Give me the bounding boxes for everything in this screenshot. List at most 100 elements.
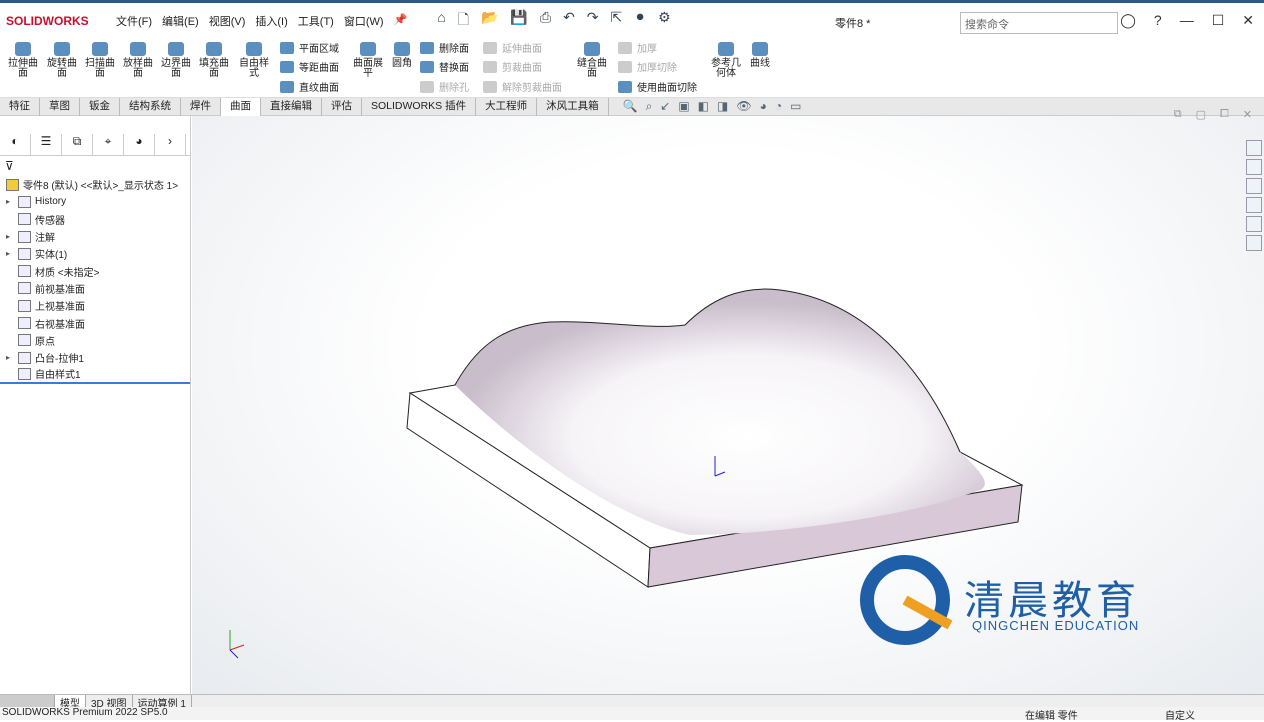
freeform-button[interactable]: 自由样式 [236,42,272,79]
display-style-icon[interactable]: ◨ [717,99,728,114]
tab-model[interactable]: 模型 [55,695,86,710]
replace-face-button[interactable]: 替换面 [420,59,469,74]
menu-tools[interactable]: 工具(T) [298,13,334,29]
tab-direct-editing[interactable]: 直接编辑 [261,97,322,116]
lofted-surface-button[interactable]: 放样曲面 [120,42,156,79]
undo-icon[interactable]: ↶ [563,9,575,33]
close-doc-icon[interactable]: ✕ [1243,108,1252,121]
save-icon[interactable]: 💾 [510,9,527,33]
user-icon[interactable]: ◯ [1120,12,1136,29]
monitor-icon[interactable]: ▭ [790,99,801,114]
max-icon[interactable]: ⧠ [1220,108,1229,121]
thickened-cut-button[interactable]: 加厚切除 [618,59,677,74]
appearance-icon[interactable]: ◕ [760,99,767,114]
display-manager-tab-icon[interactable]: ◕ [124,134,155,155]
tab-structure-system[interactable]: 结构系统 [120,97,181,116]
tab-surfaces[interactable]: 曲面 [221,97,261,116]
tree-item-boss-extrude[interactable]: ▸ 凸台-拉伸1 [0,349,190,366]
filter-icon[interactable]: ⊽ [5,159,14,173]
thicken-button[interactable]: 加厚 [618,40,657,55]
tab-toolbox[interactable]: 沐风工具箱 [537,97,609,116]
open-icon[interactable]: 📂 [481,9,498,33]
extruded-surface-button[interactable]: 拉伸曲面 [5,42,41,79]
tab-features[interactable]: 特征 [0,97,40,116]
view-palette-icon[interactable] [1246,197,1262,213]
tab-evaluate[interactable]: 评估 [322,97,362,116]
menu-edit[interactable]: 编辑(E) [162,13,199,29]
menu-file[interactable]: 文件(F) [116,13,152,29]
tab-addins[interactable]: SOLIDWORKS 插件 [362,97,477,116]
section-view-icon[interactable]: ▣ [678,99,689,114]
property-manager-tab-icon[interactable]: ☰ [31,134,62,155]
tab-weldments[interactable]: 焊件 [181,97,221,116]
restore-icon[interactable]: ⧉ [1174,108,1182,121]
scene-icon[interactable]: ◔ [775,99,782,114]
menu-insert[interactable]: 插入(I) [255,13,287,29]
trim-surface-button[interactable]: 剪裁曲面 [483,59,542,74]
menu-view[interactable]: 视图(V) [209,13,246,29]
minimize-button[interactable]: — [1180,12,1194,29]
view-orientation-icon[interactable]: ◧ [698,99,709,114]
tab-3d-views[interactable]: 3D 视图 [86,695,133,710]
select-icon[interactable]: ⇱ [611,9,623,33]
tree-item-top-plane[interactable]: 上视基准面 [0,297,190,314]
options-icon[interactable]: ⚙ [658,9,671,33]
untrim-surface-button[interactable]: 解除剪裁曲面 [483,79,562,94]
menu-window[interactable]: 窗口(W) [344,13,384,29]
resources-icon[interactable] [1246,140,1262,156]
custom-properties-icon[interactable] [1246,235,1262,251]
tile-icon[interactable]: ▢ [1196,108,1206,121]
maximize-button[interactable]: ☐ [1212,12,1225,29]
pin-icon[interactable]: 📌 [394,13,408,29]
graphics-area[interactable]: 清晨教育 QINGCHEN EDUCATION ⧉ ▢ ⧠ ✕ [192,108,1264,694]
surface-cut-button[interactable]: 使用曲面切除 [618,79,697,94]
tree-item-history[interactable]: ▸ History [0,193,190,210]
tree-item-sensors[interactable]: 传感器 [0,211,190,228]
feature-manager-tab-icon[interactable]: ◐ [0,134,31,155]
revolved-surface-button[interactable]: 旋转曲面 [44,42,80,79]
new-icon[interactable]: 🗋 [458,9,469,33]
reference-geometry-button[interactable]: 参考几何体 [708,42,744,79]
tree-root[interactable]: 零件8 (默认) <<默认>_显示状态 1> [0,176,190,193]
hide-show-icon[interactable]: 👁 [736,99,751,114]
configuration-manager-tab-icon[interactable]: ⧉ [62,134,93,155]
filled-surface-button[interactable]: 填充曲面 [196,42,232,79]
extend-surface-button[interactable]: 延伸曲面 [483,40,542,55]
fillet-button[interactable]: 圆角 [384,42,420,69]
offset-surface-button[interactable]: 等距曲面 [280,59,339,74]
close-button[interactable]: ✕ [1242,12,1254,29]
home-icon[interactable]: ⌂ [437,9,445,33]
tree-item-material[interactable]: 材质 <未指定> [0,262,190,279]
boundary-surface-button[interactable]: 边界曲面 [158,42,194,79]
tree-item-front-plane[interactable]: 前视基准面 [0,280,190,297]
tree-item-solid-bodies[interactable]: ▸ 实体(1) [0,245,190,262]
delete-face-button[interactable]: 删除面 [420,40,469,55]
swept-surface-button[interactable]: 扫描曲面 [82,42,118,79]
knit-surface-button[interactable]: 缝合曲面 [574,42,610,79]
tab-engineer[interactable]: 大工程师 [476,97,538,116]
ruled-surface-button[interactable]: 直纹曲面 [280,79,339,94]
dimxpert-tab-icon[interactable]: ⌖ [93,134,124,155]
expand-icon[interactable]: › [155,134,186,155]
redo-icon[interactable]: ↷ [587,9,599,33]
search-input[interactable]: 搜索命令 [960,12,1118,34]
appearances-icon[interactable] [1246,216,1262,232]
file-explorer-icon[interactable] [1246,178,1262,194]
tree-item-freeform[interactable]: 自由样式1 [0,366,190,384]
previous-view-icon[interactable]: ↙ [660,99,670,114]
help-icon[interactable]: ? [1154,12,1162,29]
curves-button[interactable]: 曲线 [742,42,778,69]
delete-hole-button[interactable]: 删除孔 [420,79,469,94]
planar-surface-button[interactable]: 平面区域 [280,40,339,55]
print-icon[interactable]: ⎙ [540,9,551,33]
tree-item-right-plane[interactable]: 右视基准面 [0,314,190,331]
tree-item-annotations[interactable]: ▸ 注解 [0,228,190,245]
design-library-icon[interactable] [1246,159,1262,175]
tab-motion-study[interactable]: 运动算例 1 [133,695,192,710]
tab-scroll-arrows[interactable] [0,695,55,707]
zoom-fit-icon[interactable]: 🔍 [623,99,638,114]
surface-flatten-button[interactable]: 曲面展平 [350,42,386,79]
zoom-area-icon[interactable]: ⌕ [646,99,653,114]
tree-item-origin[interactable]: 原点 [0,332,190,349]
tab-sheet-metal[interactable]: 钣金 [80,97,120,116]
